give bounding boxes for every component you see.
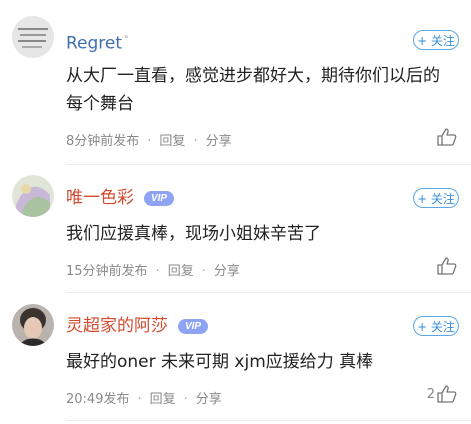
vip-badge: VIP xyxy=(144,191,174,206)
username[interactable]: 唯一色彩 xyxy=(66,188,134,208)
avatar[interactable] xyxy=(12,16,54,58)
divider xyxy=(66,164,471,165)
username-superscript: ° xyxy=(124,35,129,45)
thumbs-up-icon xyxy=(437,385,457,403)
avatar[interactable] xyxy=(12,304,54,346)
separator-dot: · xyxy=(183,392,188,407)
comment-meta: 8分钟前发布 · 回复 · 分享 xyxy=(66,130,232,149)
thumbs-up-icon xyxy=(437,257,457,275)
reply-link[interactable]: 回复 xyxy=(159,134,185,149)
avatar-image xyxy=(12,16,54,58)
username-text[interactable]: 灵超家的阿莎 xyxy=(66,316,168,336)
reply-link[interactable]: 回复 xyxy=(150,392,176,407)
separator-dot: · xyxy=(201,264,206,279)
username-text[interactable]: 唯一色彩 xyxy=(66,188,134,208)
separator-dot: · xyxy=(193,134,198,149)
username[interactable]: Regret ° xyxy=(66,30,129,54)
like-count: 2 xyxy=(426,386,435,402)
separator-dot: · xyxy=(155,264,160,279)
comment-meta: 20:49发布 · 回复 · 分享 xyxy=(66,388,222,407)
comment-text: 我们应援真棒，现场小姐妹辛苦了 xyxy=(66,224,321,244)
avatar[interactable] xyxy=(12,175,54,217)
like-button[interactable] xyxy=(435,257,457,275)
comment-text: 从大厂一直看，感觉进步都好大，期待你们以后的每个舞台 xyxy=(66,66,440,114)
like-button[interactable] xyxy=(435,128,457,146)
comment-text: 最好的oner 未来可期 xjm应援给力 真棒 xyxy=(66,352,374,372)
share-link[interactable]: 分享 xyxy=(214,264,240,279)
username[interactable]: 灵超家的阿莎 xyxy=(66,316,168,336)
separator-dot: · xyxy=(147,134,152,149)
timestamp: 15分钟前发布 xyxy=(66,264,148,279)
thumbs-up-icon xyxy=(437,128,457,146)
share-link[interactable]: 分享 xyxy=(196,392,222,407)
divider xyxy=(66,420,471,421)
share-link[interactable]: 分享 xyxy=(206,134,232,149)
username-text[interactable]: Regret xyxy=(66,34,122,54)
follow-button[interactable]: + 关注 xyxy=(413,30,459,50)
divider xyxy=(66,292,471,293)
avatar-image xyxy=(12,175,54,217)
comment-meta: 15分钟前发布 · 回复 · 分享 xyxy=(66,260,240,279)
vip-badge: VIP xyxy=(178,319,208,334)
separator-dot: · xyxy=(137,392,142,407)
timestamp: 8分钟前发布 xyxy=(66,134,140,149)
timestamp: 20:49发布 xyxy=(66,392,130,407)
follow-button[interactable]: + 关注 xyxy=(413,188,459,208)
like-button[interactable]: 2 xyxy=(427,385,457,403)
follow-button[interactable]: + 关注 xyxy=(413,316,459,336)
reply-link[interactable]: 回复 xyxy=(168,264,194,279)
avatar-image xyxy=(12,304,54,346)
